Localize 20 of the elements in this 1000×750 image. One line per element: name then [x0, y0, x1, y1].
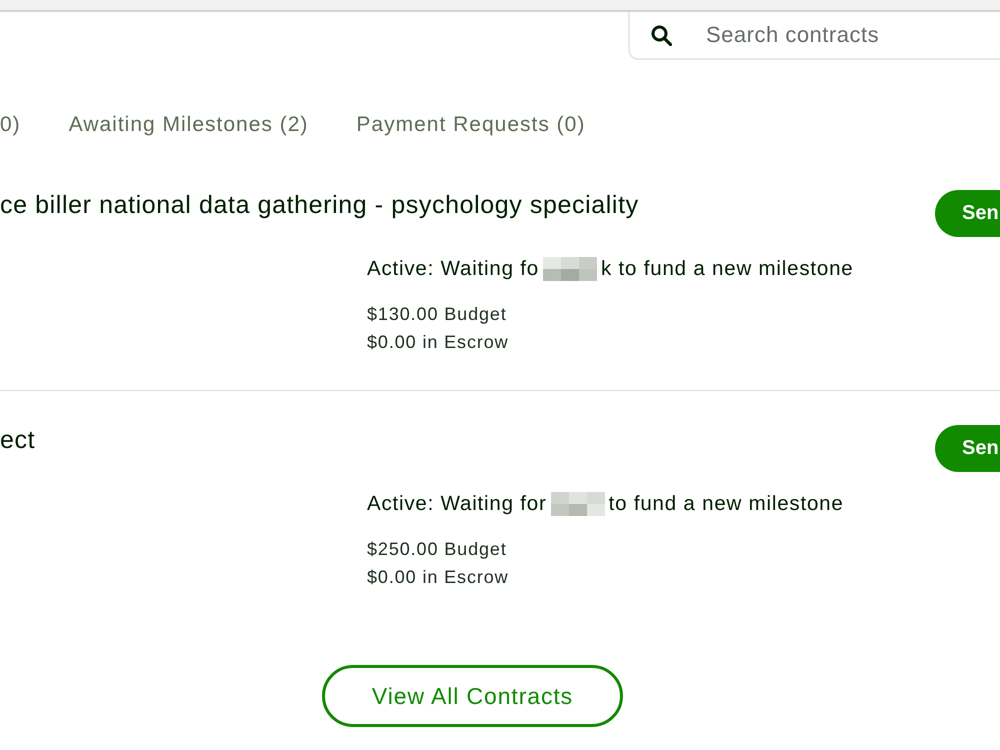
status-text: Active: Waiting for	[367, 492, 547, 516]
tab[interactable]: Payment Requests (0)	[356, 113, 586, 141]
budget-amount: $130.00 Budget	[367, 303, 508, 326]
pixelated-redaction-icon	[543, 257, 598, 281]
tab[interactable]: 0)	[0, 113, 21, 141]
escrow-amount: $0.00 in Escrow	[367, 331, 510, 354]
search-field[interactable]: Search contracts	[628, 12, 1000, 60]
search-icon	[651, 25, 672, 46]
view-all-contracts-button[interactable]: View All Contracts	[322, 665, 623, 727]
contract-title: ect	[0, 425, 36, 455]
action-button[interactable]: Sen	[935, 425, 1000, 472]
contract-title: ce biller national data gathering - psychology speciality	[0, 190, 640, 220]
budget-amount: $250.00 Budget	[367, 538, 508, 561]
escrow-amount: $0.00 in Escrow	[367, 566, 510, 589]
status-text: Active: Waiting fo	[367, 257, 540, 281]
status-text: to fund a new milestone	[608, 492, 844, 516]
pixelated-redaction-icon	[550, 492, 605, 516]
tab[interactable]: Awaiting Milestones (2)	[68, 113, 308, 141]
action-button[interactable]: Sen	[935, 190, 1000, 237]
status-text: k to fund a new milestone	[601, 257, 854, 281]
